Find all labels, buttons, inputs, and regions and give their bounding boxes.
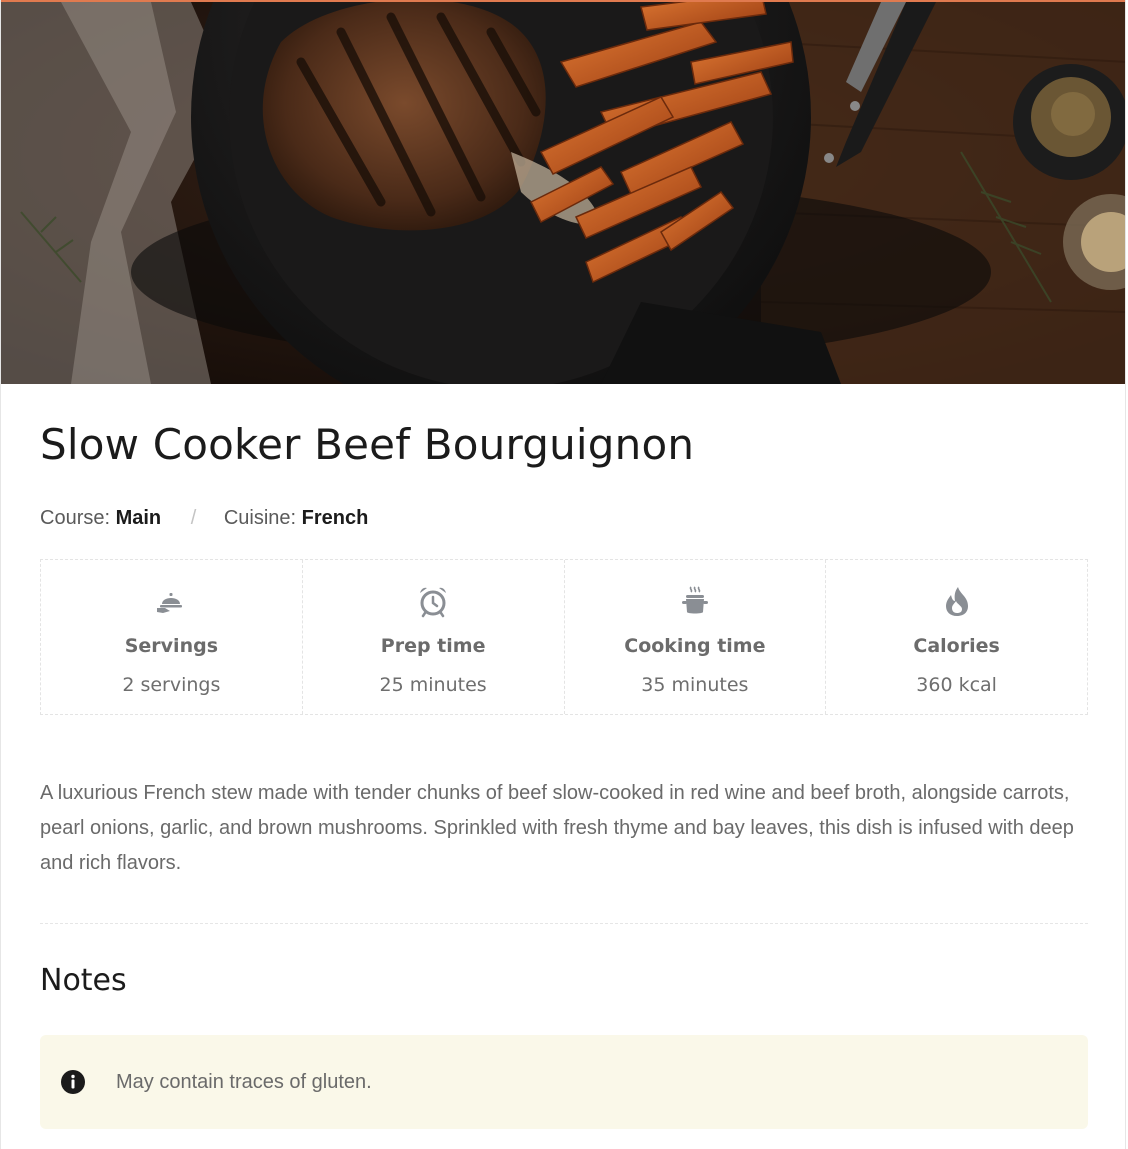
stat-servings: Servings 2 servings <box>41 560 303 714</box>
note-text: May contain traces of gluten. <box>116 1071 372 1093</box>
stat-value: 25 minutes <box>379 674 487 696</box>
cooking-pot-icon <box>681 586 708 614</box>
stat-label: Prep time <box>380 635 486 657</box>
stat-prep-time: Prep time 25 minutes <box>303 560 565 714</box>
note-callout: May contain traces of gluten. <box>40 1035 1088 1129</box>
flame-icon <box>945 587 968 616</box>
recipe-stats: Servings 2 servings Prep time 25 minutes <box>40 559 1088 715</box>
notes-heading: Notes <box>40 963 127 998</box>
meta-separator: / <box>190 507 197 529</box>
stat-value: 2 servings <box>122 674 221 696</box>
stat-value: 360 kcal <box>916 674 997 696</box>
cuisine-label: Cuisine: <box>223 507 297 529</box>
section-divider <box>40 923 1088 924</box>
course-value: Main <box>115 507 162 529</box>
recipe-title: Slow Cooker Beef Bourguignon <box>40 420 695 469</box>
info-icon <box>61 1070 85 1094</box>
stat-calories: Calories 360 kcal <box>826 560 1087 714</box>
stat-label: Calories <box>913 635 1000 657</box>
recipe-card: Slow Cooker Beef Bourguignon Course: Mai… <box>0 0 1126 1149</box>
stat-value: 35 minutes <box>641 674 749 696</box>
serving-cloche-icon <box>157 593 183 613</box>
cuisine-value: French <box>301 507 369 529</box>
stat-label: Cooking time <box>624 635 766 657</box>
course-label: Course: <box>40 507 111 529</box>
recipe-meta: Course: Main / Cuisine: French <box>40 507 368 530</box>
recipe-hero-image <box>1 0 1125 384</box>
stat-cooking-time: Cooking time 35 minutes <box>565 560 827 714</box>
recipe-description: A luxurious French stew made with tender… <box>40 782 1074 874</box>
alarm-clock-icon <box>420 587 447 618</box>
stat-label: Servings <box>124 635 219 657</box>
